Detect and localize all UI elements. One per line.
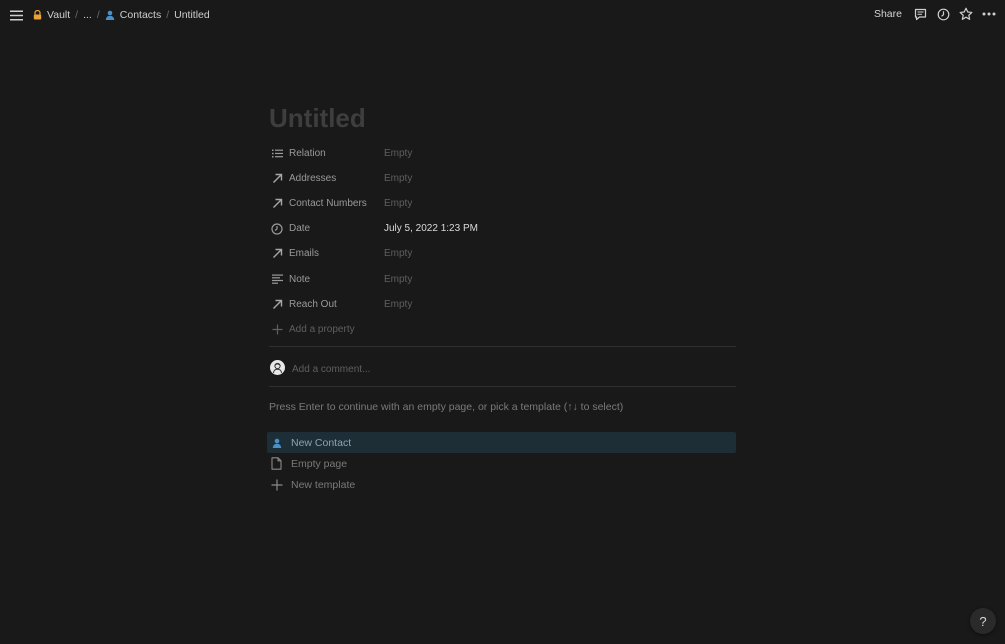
property-value[interactable]: July 5, 2022 1:23 PM — [384, 223, 478, 234]
star-icon[interactable] — [959, 7, 973, 21]
template-new-contact[interactable]: New Contact — [267, 432, 736, 453]
menu-icon[interactable] — [9, 8, 23, 22]
share-button[interactable]: Share — [874, 8, 902, 20]
property-value[interactable]: Empty — [384, 198, 412, 209]
breadcrumb-untitled[interactable]: Untitled — [174, 9, 210, 21]
comment-row: Add a comment... — [269, 357, 736, 377]
property-note[interactable]: Note Empty — [269, 266, 736, 291]
property-date[interactable]: Date July 5, 2022 1:23 PM — [269, 216, 736, 241]
property-addresses[interactable]: Addresses Empty — [269, 166, 736, 191]
divider — [269, 386, 736, 387]
page-title[interactable]: Untitled — [269, 103, 366, 134]
property-label: Reach Out — [289, 298, 337, 310]
properties-list: Relation Empty Addresses Empty Contact N… — [269, 141, 736, 342]
property-value[interactable]: Empty — [384, 173, 412, 184]
add-property-label: Add a property — [289, 323, 355, 335]
breadcrumb-label: ... — [83, 9, 92, 21]
breadcrumb-separator: / — [96, 9, 100, 21]
clock-icon — [271, 223, 283, 235]
person-icon — [105, 10, 115, 20]
document-icon — [270, 457, 283, 470]
person-icon — [270, 436, 283, 449]
property-value[interactable]: Empty — [384, 299, 412, 310]
property-name[interactable]: Add a property — [269, 323, 384, 335]
property-name[interactable]: Contact Numbers — [269, 198, 384, 210]
breadcrumb-ellipsis[interactable]: ... — [83, 9, 92, 21]
breadcrumb-label: Contacts — [119, 9, 162, 21]
comment-input[interactable]: Add a comment... — [292, 364, 370, 375]
property-name[interactable]: Date — [269, 223, 384, 235]
template-label: New template — [291, 478, 356, 491]
property-value[interactable]: Empty — [384, 248, 412, 259]
property-reach-out[interactable]: Reach Out Empty — [269, 292, 736, 317]
property-name[interactable]: Addresses — [269, 173, 384, 185]
property-label: Date — [289, 223, 311, 235]
plus-icon — [270, 478, 283, 491]
plus-icon — [271, 323, 283, 335]
property-emails[interactable]: Emails Empty — [269, 241, 736, 266]
arrow-up-right-icon — [271, 173, 283, 185]
history-icon[interactable] — [936, 7, 950, 21]
top-bar: Vault / ... / Contacts / Untitled Share — [0, 0, 1005, 30]
breadcrumb-label: Vault — [47, 9, 71, 21]
property-label: Relation — [289, 148, 326, 160]
breadcrumb-contacts[interactable]: Contacts — [105, 9, 161, 21]
lock-icon — [33, 10, 42, 20]
property-name[interactable]: Note — [269, 273, 384, 285]
text-lines-icon — [271, 273, 283, 285]
help-button[interactable]: ? — [970, 608, 996, 634]
template-new-template[interactable]: New template — [267, 474, 736, 495]
property-name[interactable]: Reach Out — [269, 298, 384, 310]
breadcrumb-vault[interactable]: Vault — [33, 9, 70, 21]
template-label: Empty page — [291, 457, 348, 470]
avatar — [270, 359, 285, 375]
breadcrumb-label: Untitled — [174, 9, 210, 21]
template-label: New Contact — [291, 436, 352, 449]
arrow-up-right-icon — [271, 298, 283, 310]
template-empty-page[interactable]: Empty page — [267, 453, 736, 474]
property-label: Contact Numbers — [289, 198, 367, 210]
breadcrumb-separator: / — [75, 9, 79, 21]
divider — [269, 346, 736, 347]
property-label: Addresses — [289, 173, 337, 185]
more-options-icon[interactable] — [982, 7, 996, 21]
property-contact-numbers[interactable]: Contact Numbers Empty — [269, 191, 736, 216]
breadcrumb: Vault / ... / Contacts / Untitled — [33, 8, 210, 22]
template-list: New Contact Empty page New template — [267, 432, 736, 495]
property-label: Emails — [289, 248, 320, 260]
template-hint: Press Enter to continue with an empty pa… — [269, 401, 624, 413]
list-icon — [271, 148, 283, 160]
add-property-button[interactable]: Add a property — [269, 317, 736, 342]
comment-icon[interactable] — [913, 7, 927, 21]
top-actions: Share — [874, 6, 996, 22]
property-label: Note — [289, 273, 311, 285]
breadcrumb-separator: / — [166, 9, 170, 21]
property-name[interactable]: Emails — [269, 248, 384, 260]
property-value[interactable]: Empty — [384, 274, 412, 285]
arrow-up-right-icon — [271, 198, 283, 210]
arrow-up-right-icon — [271, 248, 283, 260]
property-name[interactable]: Relation — [269, 148, 384, 160]
property-relation[interactable]: Relation Empty — [269, 141, 736, 166]
property-value[interactable]: Empty — [384, 148, 412, 159]
